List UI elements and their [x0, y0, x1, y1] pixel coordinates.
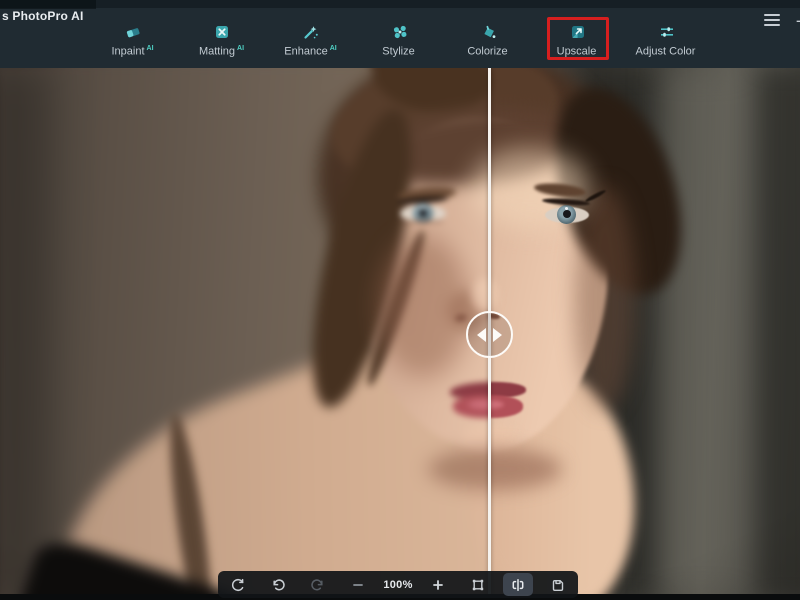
arrow-left-icon	[477, 327, 486, 342]
tab-label: Adjust Color	[635, 45, 696, 58]
arrow-right-icon	[493, 327, 502, 342]
tab-stylize[interactable]: Stylize	[355, 22, 444, 66]
photo-before-layer	[0, 68, 489, 600]
viewer-toolbar: 100%	[218, 571, 578, 598]
inpaint-eraser-icon	[124, 22, 142, 42]
tab-label: Enhance AI	[284, 45, 337, 58]
right-eye-pupil	[563, 210, 571, 218]
adjust-color-sliders-icon	[658, 22, 676, 42]
tab-label: Matting AI	[198, 45, 245, 58]
matting-icon	[213, 22, 231, 42]
hamburger-menu-icon[interactable]	[764, 14, 781, 26]
tab-label: Colorize	[467, 45, 508, 58]
tab-upscale[interactable]: Upscale	[533, 17, 622, 66]
enhance-wand-icon	[302, 22, 320, 42]
compare-slider-handle[interactable]	[466, 311, 513, 358]
background-light-band	[662, 68, 740, 600]
app-title: s PhotoPro AI	[2, 9, 84, 23]
left-eye-pupil	[419, 209, 427, 217]
left-eye-underline	[404, 220, 444, 223]
fit-to-screen-button[interactable]	[458, 571, 498, 598]
save-button[interactable]	[538, 571, 578, 598]
photo-canvas	[0, 68, 800, 600]
ai-badge: AI	[237, 45, 245, 52]
undo-button[interactable]	[258, 571, 298, 598]
window-controls: –	[764, 12, 800, 28]
tab-adjust-color[interactable]: Adjust Color	[622, 22, 711, 66]
zoom-out-button[interactable]	[338, 571, 378, 598]
app-window: s PhotoPro AI – InpaintAI	[0, 0, 800, 600]
tab-matting[interactable]: Matting AI	[177, 22, 266, 66]
tab-colorize[interactable]: Colorize	[444, 22, 533, 66]
header-top-strip	[0, 0, 800, 8]
upscale-icon	[569, 22, 587, 42]
feature-nav: Inpaint AI Matting AI Enhance AI Stylize…	[88, 17, 711, 66]
colorize-bucket-icon	[480, 22, 498, 42]
tab-label: Stylize	[382, 45, 415, 58]
zoom-level-indicator: 100%	[383, 578, 413, 591]
right-eye-glint	[565, 207, 568, 210]
tab-inpaint[interactable]: Inpaint AI	[88, 22, 177, 66]
header-top-strip-dark	[0, 0, 96, 9]
stylize-pinwheel-icon	[391, 22, 409, 42]
redo-button	[298, 571, 338, 598]
left-eye-glint	[421, 206, 424, 209]
ai-badge: AI	[146, 45, 154, 52]
compare-button-active-bg	[503, 573, 533, 596]
tab-label: Upscale	[556, 45, 597, 58]
background-left-shade	[0, 68, 52, 600]
reset-button[interactable]	[218, 571, 258, 598]
tab-label: Inpaint AI	[111, 45, 154, 58]
minimize-icon[interactable]: –	[796, 12, 800, 28]
zoom-in-button[interactable]	[418, 571, 458, 598]
compare-button[interactable]	[498, 571, 538, 598]
top-header-bar: s PhotoPro AI – InpaintAI	[0, 0, 800, 68]
photo-before-clone	[0, 68, 489, 600]
tab-enhance[interactable]: Enhance AI	[266, 22, 355, 66]
background-right-band	[758, 68, 800, 600]
ai-badge: AI	[329, 45, 337, 52]
